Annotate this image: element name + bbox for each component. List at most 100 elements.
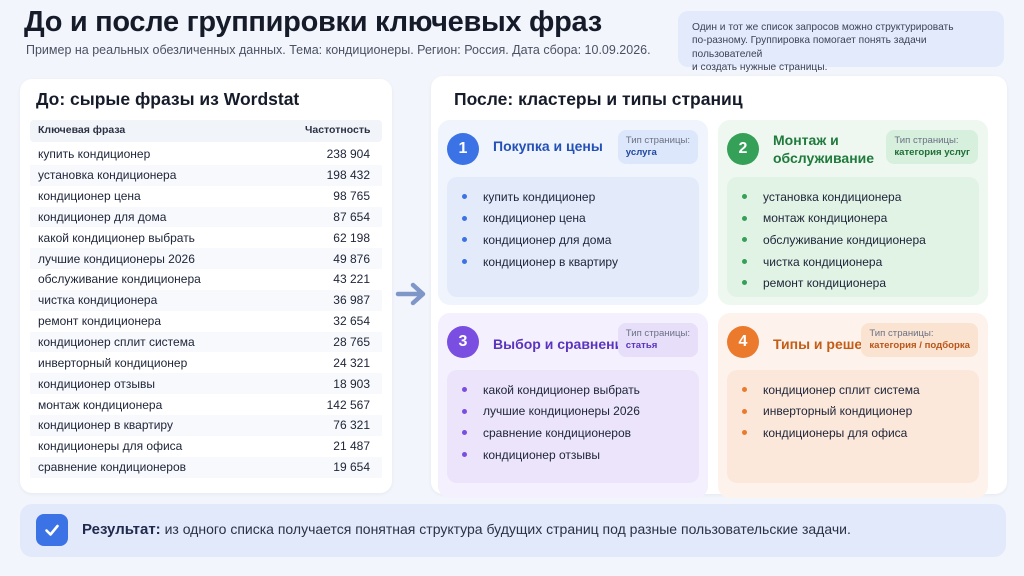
cluster-keyword-text: лучшие кондиционеры 2026 — [483, 404, 640, 419]
cluster-keyword: кондиционер для дома — [447, 229, 699, 251]
info-note-line: по-разному. Группировка помогает понять … — [692, 35, 927, 60]
bullet-dot-icon — [462, 237, 467, 243]
page-type-badge: Тип страницы: статья — [617, 323, 698, 357]
cluster-card-comparison: 3 Выбор и сравнение Тип страницы: статья… — [438, 313, 708, 498]
column-header-phrase: Ключевая фраза — [38, 124, 126, 136]
cluster-number: 2 — [727, 133, 759, 165]
page-type-value: статья — [625, 340, 658, 351]
cluster-number: 3 — [447, 326, 479, 358]
info-note-line: и создать нужные страницы. — [692, 61, 828, 73]
keyword-frequency: 19 654 — [333, 460, 370, 475]
table-row: установка кондиционера 198 432 — [30, 164, 382, 186]
table-row: лучшие кондиционеры 2026 49 876 — [30, 248, 382, 270]
cluster-keyword: купить кондиционер — [447, 186, 699, 208]
cluster-keyword-text: установка кондиционера — [763, 189, 902, 204]
cluster-keyword-text: сравнение кондиционеров — [483, 425, 632, 440]
cluster-keyword: монтаж кондиционера — [727, 208, 979, 230]
keyword-frequency: 142 567 — [326, 397, 370, 412]
keyword-phrase: кондиционер в квартиру — [38, 418, 173, 433]
table-row: кондиционер для дома 87 654 — [30, 206, 382, 228]
keyword-phrase: монтаж кондиционера — [38, 397, 163, 412]
keyword-phrase: кондиционер для дома — [38, 209, 167, 224]
page-type-label: Тип страницы: — [625, 328, 690, 339]
cluster-number: 1 — [447, 133, 479, 165]
bullet-dot-icon — [462, 194, 467, 199]
cluster-keyword: кондиционеры для офиса — [727, 422, 979, 444]
bullet-dot-icon — [742, 258, 747, 264]
keyword-phrase: какой кондиционер выбрать — [38, 230, 195, 245]
keyword-frequency: 43 221 — [333, 272, 370, 287]
page-type-badge: Тип страницы: услуга — [617, 130, 698, 164]
page-type-value: категория услуг — [894, 147, 970, 158]
table-row: кондиционер в квартиру 76 321 — [30, 414, 382, 436]
table-row: чистка кондиционера 36 987 — [30, 289, 382, 311]
bullet-dot-icon — [742, 430, 747, 436]
cluster-keyword-text: чистка кондиционера — [763, 254, 883, 269]
page-type-badge: Тип страницы: категория услуг — [886, 130, 978, 164]
keyword-phrase: установка кондиционера — [38, 168, 177, 183]
cluster-keyword: лучшие кондиционеры 2026 — [447, 401, 699, 423]
cluster-keyword: сравнение кондиционеров — [447, 422, 699, 444]
cluster-keyword: установка кондиционера — [727, 186, 979, 208]
result-label: Результат: — [82, 521, 161, 538]
cluster-keyword: кондиционер цена — [447, 208, 699, 230]
table-row: кондиционеры для офиса 21 487 — [30, 436, 382, 457]
page-type-label: Тип страницы: — [869, 328, 934, 339]
keyword-frequency: 36 987 — [333, 293, 370, 308]
cluster-title-line: обслуживание — [773, 150, 875, 166]
cluster-keyword-text: инверторный кондиционер — [763, 404, 913, 419]
keyword-frequency: 49 876 — [333, 251, 370, 266]
cluster-title: Монтаж и обслуживание — [773, 131, 874, 167]
cluster-keyword-text: купить кондиционер — [483, 189, 596, 204]
cluster-keyword-list: кондиционер сплит система инверторный кон… — [727, 370, 979, 483]
table-row: кондиционер цена 98 765 — [30, 186, 382, 207]
cluster-keyword-text: кондиционеры для офиса — [763, 425, 908, 440]
cluster-keyword-text: кондиционер в квартиру — [483, 254, 618, 269]
arrow-right-icon — [395, 282, 426, 306]
cluster-keyword: ремонт кондиционера — [727, 272, 979, 294]
keyword-phrase: инверторный кондиционер — [38, 355, 188, 370]
after-panel-title: После: кластеры и типы страниц — [454, 89, 743, 109]
bullet-dot-icon — [462, 451, 467, 457]
table-row: какой кондиционер выбрать 62 198 — [30, 227, 382, 248]
keyword-frequency: 62 198 — [333, 230, 370, 245]
keyword-frequency: 32 654 — [333, 314, 370, 329]
keyword-phrase: сравнение кондиционеров — [38, 460, 187, 475]
cluster-keyword-text: ремонт кондиционера — [763, 276, 887, 291]
table-row: инверторный кондиционер 24 321 — [30, 352, 382, 373]
bullet-dot-icon — [742, 237, 747, 243]
keyword-frequency: 198 432 — [326, 168, 370, 183]
table-row: ремонт кондиционера 32 654 — [30, 311, 382, 332]
info-note: Один и тот же список запросов можно стру… — [678, 11, 1004, 73]
cluster-title-line: Монтаж и — [773, 132, 839, 148]
page-type-value: услуга — [625, 147, 657, 158]
cluster-keyword: кондиционер отзывы — [447, 444, 699, 466]
cluster-keyword-text: кондиционер сплит система — [763, 382, 920, 397]
column-header-frequency: Частотность — [305, 124, 371, 136]
cluster-keyword-text: какой кондиционер выбрать — [483, 382, 640, 397]
cluster-keyword-text: кондиционер цена — [483, 211, 586, 226]
bullet-dot-icon — [742, 280, 747, 286]
table-row: монтаж кондиционера 142 567 — [30, 394, 382, 415]
cluster-keyword: какой кондиционер выбрать — [447, 379, 699, 401]
table-row: обслуживание кондиционера 43 221 — [30, 269, 382, 290]
keyword-frequency: 87 654 — [333, 209, 370, 224]
page-title: До и после группировки ключевых фраз — [24, 6, 602, 38]
cluster-keyword-text: монтаж кондиционера — [763, 211, 888, 226]
bullet-dot-icon — [462, 258, 467, 264]
cluster-keyword-text: кондиционер для дома — [483, 232, 612, 247]
bullet-dot-icon — [742, 194, 747, 199]
keyword-phrase: кондиционер сплит система — [38, 335, 195, 350]
table-row: кондиционер сплит система 28 765 — [30, 331, 382, 353]
bullet-dot-icon — [742, 408, 747, 414]
keyword-frequency: 98 765 — [333, 189, 370, 204]
cluster-keyword: кондиционер в квартиру — [447, 251, 699, 273]
cluster-title: Выбор и сравнение — [493, 335, 631, 353]
keyword-phrase: кондиционер цена — [38, 189, 141, 204]
bullet-dot-icon — [742, 387, 747, 392]
page-type-value: категория / подборка — [869, 340, 970, 351]
table-row: купить кондиционер 238 904 — [30, 144, 382, 165]
keyword-table: купить кондиционер 238 904 установка конди… — [30, 144, 382, 478]
result-description: из одного списка получается понятная стр… — [164, 521, 851, 537]
keyword-frequency: 24 321 — [333, 355, 370, 370]
